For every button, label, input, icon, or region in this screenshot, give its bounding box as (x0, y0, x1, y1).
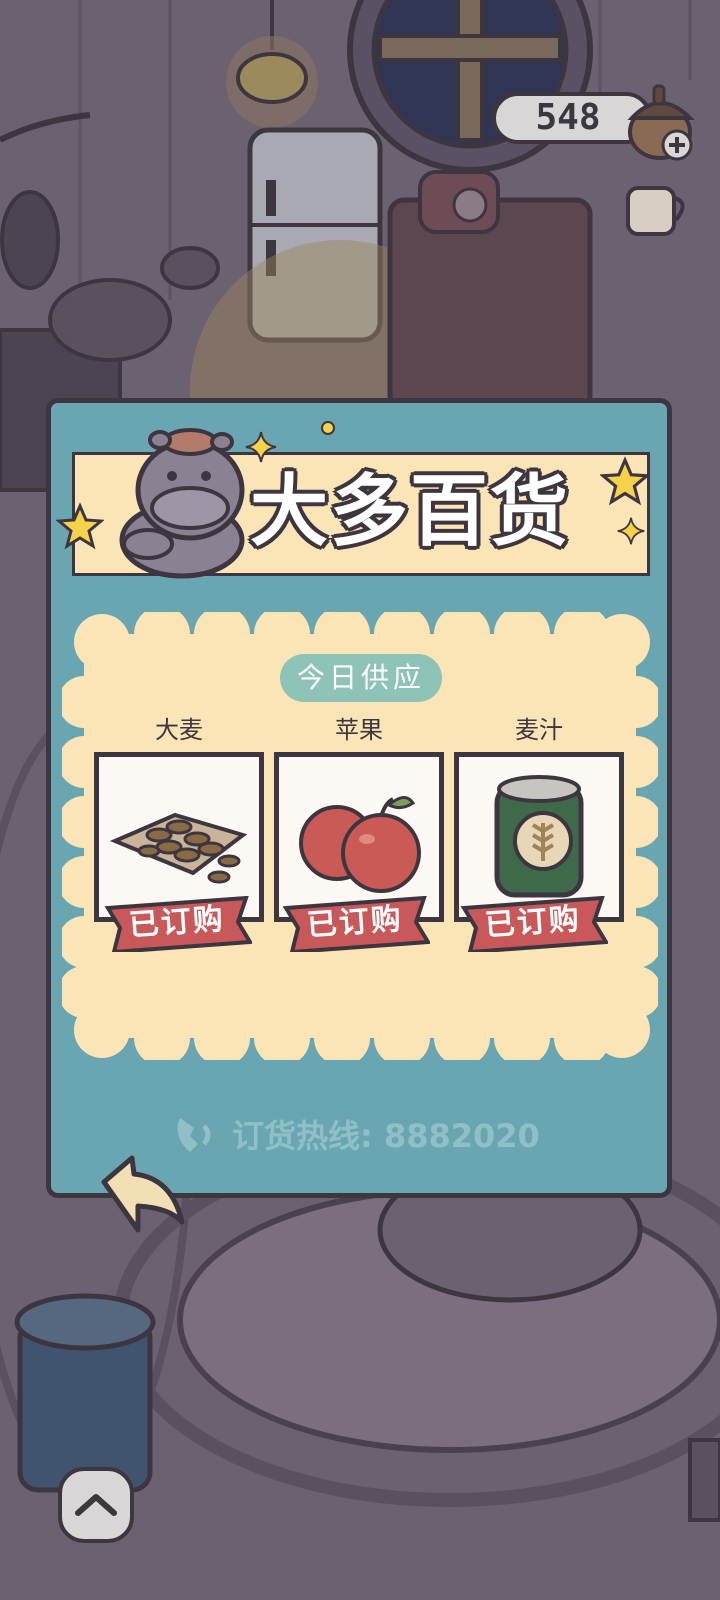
apple-icon (299, 796, 421, 893)
back-arrow-button[interactable] (82, 1152, 192, 1244)
order-hotline: 订货热线: 8882020 (232, 1117, 540, 1155)
sparkle-dot-icon (321, 421, 335, 435)
hippo-mascot-icon (119, 428, 245, 579)
wort-can-icon (494, 775, 584, 898)
plus-icon[interactable] (660, 128, 694, 162)
barley-icon (109, 812, 248, 884)
currency-amount: 548 (535, 97, 601, 138)
star-icon (56, 502, 104, 550)
supply-header: 今日供应 (296, 661, 425, 694)
ordered-status-barley: 已订购 (127, 901, 226, 944)
shop-title: 大多百货 (250, 467, 571, 557)
item-name-barley: 大麦 (155, 716, 203, 744)
coffee-cup-icon[interactable] (618, 180, 694, 250)
chevron-up-button[interactable] (56, 1465, 136, 1545)
ordered-status-wort: 已订购 (483, 901, 582, 944)
item-name-apple: 苹果 (335, 716, 383, 744)
item-name-wort: 麦汁 (515, 716, 563, 744)
ordered-status-apple: 已订购 (305, 901, 404, 944)
